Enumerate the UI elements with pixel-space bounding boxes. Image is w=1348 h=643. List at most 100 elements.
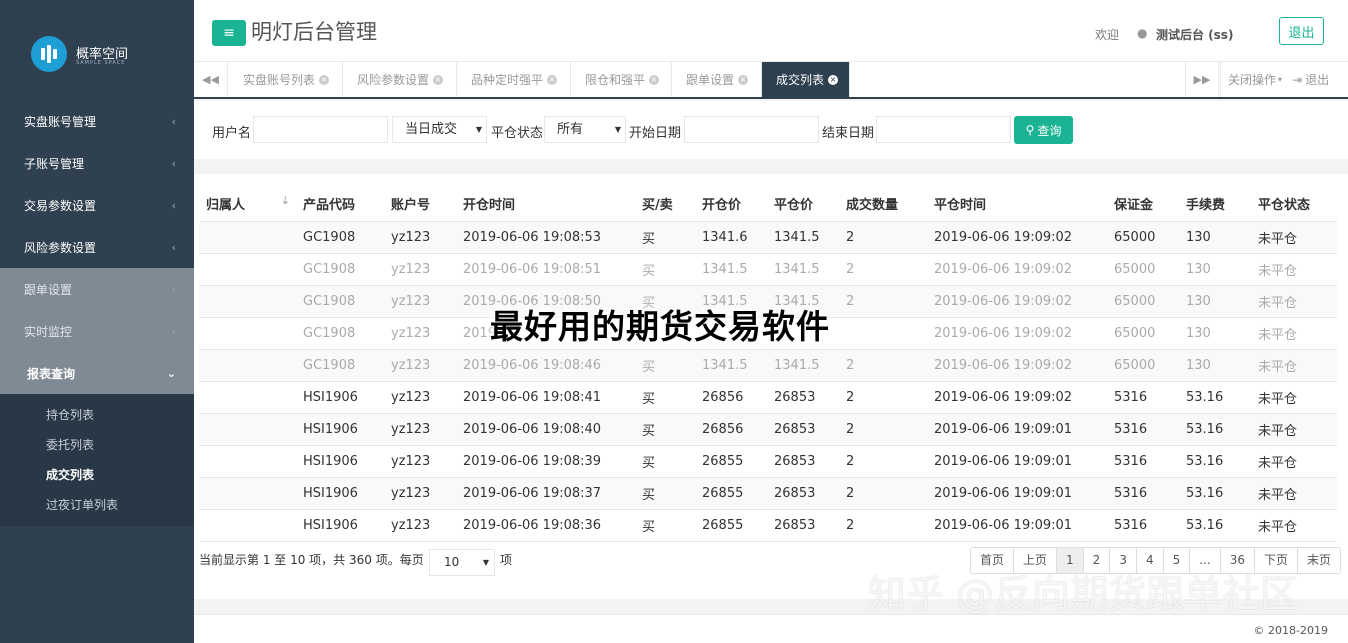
- sidebar-item-reports[interactable]: 报表查询 ⌄: [0, 352, 194, 394]
- submenu-item-positions[interactable]: 持仓列表: [0, 400, 194, 430]
- column-header[interactable]: 成交数量: [839, 187, 927, 222]
- table-cell: 2019-06-06 19:08:51: [456, 253, 635, 286]
- table-cell: 2019-06-06 19:09:02: [927, 349, 1107, 382]
- close-icon[interactable]: ×: [433, 74, 444, 85]
- column-header[interactable]: 账户号: [384, 187, 456, 222]
- table-cell: [199, 477, 296, 510]
- table-cell: 买: [635, 413, 695, 446]
- sidebar-item-live-monitor[interactable]: 实时监控 ‹: [0, 310, 194, 352]
- user-icon: ●: [1137, 26, 1148, 40]
- column-header[interactable]: 归属人 ⇣: [199, 187, 296, 222]
- table-row[interactable]: HSI1906 yz123 2019-06-06 19:08:40 买 26856 268…: [199, 413, 1337, 446]
- close-ops-label: 关闭操作: [1228, 73, 1277, 87]
- chevron-left-icon: ‹: [171, 282, 176, 296]
- tab-real-accounts[interactable]: 实盘账号列表 ×: [229, 62, 343, 97]
- table-cell: 26855: [695, 445, 767, 478]
- table-cell: 1341.5: [767, 253, 839, 286]
- column-header[interactable]: 平仓价: [767, 187, 839, 222]
- column-header[interactable]: 平仓状态: [1251, 187, 1337, 222]
- tab-position-limits[interactable]: 限仓和强平 ×: [571, 62, 672, 97]
- page-title: 明灯后台管理: [251, 20, 377, 44]
- sidebar-item-copy-trade[interactable]: 跟单设置 ‹: [0, 268, 194, 310]
- tab-label: 跟单设置: [686, 73, 735, 87]
- table-cell: HSI1906: [296, 381, 384, 414]
- end-date-input[interactable]: [876, 116, 1011, 143]
- table-cell: 65000: [1107, 285, 1179, 318]
- close-icon[interactable]: ×: [828, 74, 839, 85]
- close-icon[interactable]: ×: [738, 74, 749, 85]
- table-row[interactable]: GC1908 yz123 2019-06-06 19:08:46 买 1341.5 134…: [199, 349, 1337, 382]
- username-label: 用户名: [212, 126, 252, 141]
- sidebar-item-real-accounts[interactable]: 实盘账号管理 ‹: [0, 100, 194, 142]
- table-cell: HSI1906: [296, 477, 384, 510]
- column-header[interactable]: 产品代码: [296, 187, 384, 222]
- caret-down-icon: ▼: [482, 558, 489, 567]
- table-cell: 2019-06-06 19:09:02: [927, 381, 1107, 414]
- submenu-item-overnight-orders[interactable]: 过夜订单列表: [0, 490, 194, 520]
- sidebar-item-label: 跟单设置: [24, 282, 73, 297]
- sidebar-item-sub-accounts[interactable]: 子账号管理 ‹: [0, 142, 194, 184]
- table-cell: HSI1906: [296, 445, 384, 478]
- page-size-select[interactable]: 10 ▼: [429, 549, 495, 576]
- logout-button[interactable]: 退出: [1279, 17, 1324, 45]
- close-icon[interactable]: ×: [547, 74, 558, 85]
- column-header[interactable]: 平仓时间: [927, 187, 1107, 222]
- chevron-left-icon: ‹: [171, 114, 176, 128]
- table-row[interactable]: HSI1906 yz123 2019-06-06 19:08:36 买 26855 268…: [199, 509, 1337, 542]
- column-header[interactable]: 开仓价: [695, 187, 767, 222]
- tab-trades[interactable]: 成交列表 ×: [762, 62, 850, 97]
- column-header[interactable]: 保证金: [1107, 187, 1179, 222]
- table-cell: 26855: [695, 477, 767, 510]
- table-cell: 买: [635, 349, 695, 382]
- close-status-select[interactable]: 所有 ▼: [544, 116, 626, 143]
- close-icon[interactable]: ×: [319, 74, 330, 85]
- start-date-input[interactable]: [684, 116, 819, 143]
- table-cell: 2: [839, 349, 927, 382]
- table-cell: 未平仓: [1251, 477, 1337, 510]
- tabs-scroll-right-button[interactable]: ▶▶: [1185, 62, 1219, 97]
- menu-toggle-button[interactable]: ≡: [212, 20, 246, 46]
- tab-timed-liquidation[interactable]: 品种定时强平 ×: [457, 62, 571, 97]
- overlay-caption: 最好用的期货交易软件: [490, 307, 830, 346]
- submenu-item-trades[interactable]: 成交列表: [0, 460, 194, 490]
- username-input[interactable]: [253, 116, 388, 143]
- table-cell: [199, 413, 296, 446]
- table-row[interactable]: GC1908 yz123 2019-06-06 19:08:51 买 1341.5 134…: [199, 253, 1337, 286]
- tab-risk-params[interactable]: 风险参数设置 ×: [343, 62, 457, 97]
- table-row[interactable]: HSI1906 yz123 2019-06-06 19:08:39 买 26855 268…: [199, 445, 1337, 478]
- tab-exit-button[interactable]: ⇥ 退出: [1292, 62, 1329, 97]
- logo-icon: [31, 36, 67, 72]
- table-cell: GC1908: [296, 349, 384, 382]
- table-cell: 买: [635, 477, 695, 510]
- tab-copy-trade[interactable]: 跟单设置 ×: [672, 62, 762, 97]
- table-cell: 65000: [1107, 221, 1179, 254]
- caret-down-icon: ▾: [1278, 75, 1283, 84]
- page-link[interactable]: 末页: [1297, 548, 1340, 573]
- table-cell: 未平仓: [1251, 445, 1337, 478]
- sidebar-item-risk-params[interactable]: 风险参数设置 ‹: [0, 226, 194, 268]
- user-name[interactable]: 测试后台 (ss): [1156, 26, 1233, 43]
- tab-label: 风险参数设置: [357, 73, 430, 87]
- submenu-item-orders[interactable]: 委托列表: [0, 430, 194, 460]
- table-row[interactable]: HSI1906 yz123 2019-06-06 19:08:41 买 26856 268…: [199, 381, 1337, 414]
- table-cell: 2: [839, 509, 927, 542]
- table-cell: yz123: [384, 349, 456, 382]
- table-row[interactable]: HSI1906 yz123 2019-06-06 19:08:37 买 26855 268…: [199, 477, 1337, 510]
- table-cell: GC1908: [296, 317, 384, 350]
- sidebar-item-trade-params[interactable]: 交易参数设置 ‹: [0, 184, 194, 226]
- column-header[interactable]: 开仓时间: [456, 187, 635, 222]
- column-header[interactable]: 手续费: [1179, 187, 1251, 222]
- sort-icon[interactable]: ⇣: [281, 194, 290, 207]
- tabs-scroll-left-button[interactable]: ◀◀: [194, 62, 228, 97]
- table-cell: 26853: [767, 445, 839, 478]
- close-icon[interactable]: ×: [649, 74, 660, 85]
- search-button[interactable]: ⚲ 查询: [1014, 116, 1073, 144]
- table-cell: 65000: [1107, 349, 1179, 382]
- table-cell: yz123: [384, 413, 456, 446]
- trade-scope-select[interactable]: 当日成交 ▼: [392, 116, 487, 143]
- close-operations-dropdown[interactable]: 关闭操作 ▾: [1220, 62, 1286, 97]
- column-header[interactable]: 买/卖: [635, 187, 695, 222]
- table-cell: 2: [839, 381, 927, 414]
- table-cell: yz123: [384, 317, 456, 350]
- table-row[interactable]: GC1908 yz123 2019-06-06 19:08:53 买 1341.6 134…: [199, 221, 1337, 254]
